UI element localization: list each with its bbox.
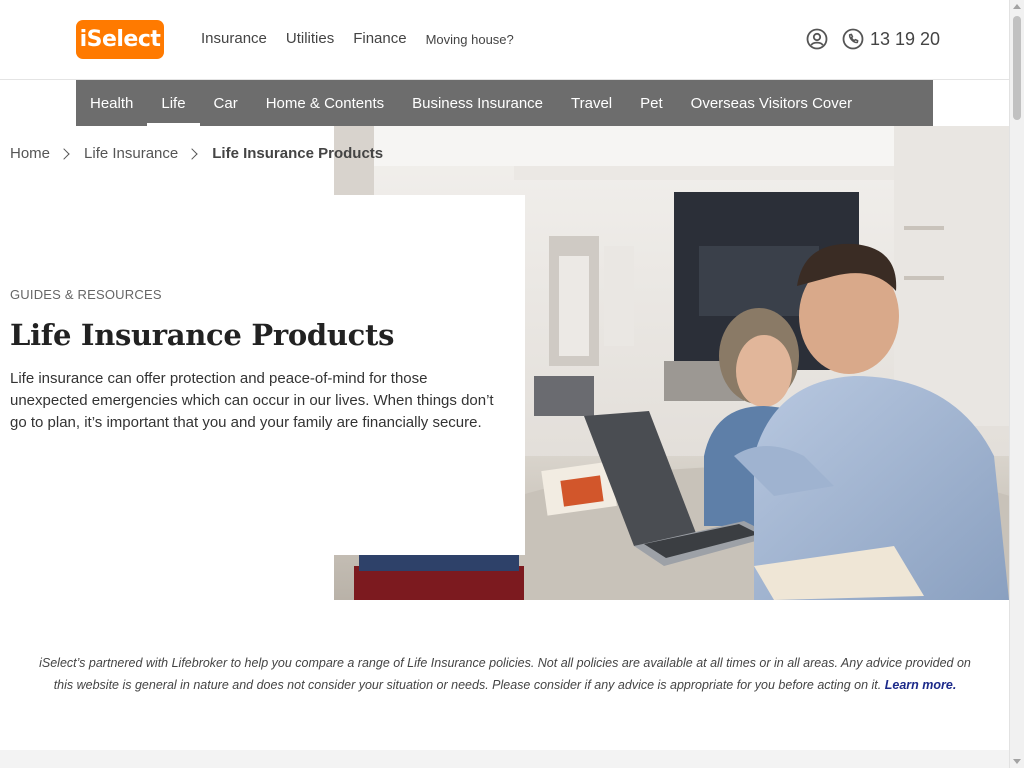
phone-icon — [842, 28, 864, 50]
disclaimer-text: iSelect’s partnered with Lifebroker to h… — [39, 656, 971, 692]
chevron-right-icon — [58, 147, 70, 160]
tab-health[interactable]: Health — [76, 80, 147, 126]
scroll-up-icon[interactable] — [1013, 4, 1021, 9]
nav-moving-house[interactable]: Moving house? — [426, 32, 514, 47]
tab-car[interactable]: Car — [200, 80, 252, 126]
breadcrumb-home[interactable]: Home — [10, 145, 50, 162]
breadcrumb: Home Life Insurance Life Insurance Produ… — [10, 145, 383, 162]
tab-life[interactable]: Life — [147, 80, 200, 126]
partner-disclaimer: iSelect’s partnered with Lifebroker to h… — [30, 652, 980, 696]
breadcrumb-life-insurance[interactable]: Life Insurance — [84, 145, 178, 162]
phone-number: 13 19 20 — [870, 28, 941, 49]
nav-utilities[interactable]: Utilities — [286, 30, 334, 47]
footer-band — [0, 750, 1009, 768]
tab-home-contents[interactable]: Home & Contents — [252, 80, 398, 126]
learn-more-link[interactable]: Learn more. — [885, 678, 957, 692]
breadcrumb-current: Life Insurance Products — [212, 145, 384, 162]
nav-finance[interactable]: Finance — [353, 30, 406, 47]
page-scrollbar[interactable] — [1009, 0, 1024, 768]
scrollbar-thumb[interactable] — [1013, 16, 1021, 120]
tab-business-insurance[interactable]: Business Insurance — [398, 80, 557, 126]
tab-overseas-visitors-cover[interactable]: Overseas Visitors Cover — [677, 80, 866, 126]
page-description: Life insurance can offer protection and … — [10, 370, 494, 431]
section-eyebrow: GUIDES & RESOURCES — [10, 287, 162, 302]
page-title: Life Insurance Products — [10, 318, 395, 352]
header-actions: 13 19 20 — [806, 28, 940, 50]
tab-pet[interactable]: Pet — [626, 80, 677, 126]
account-icon[interactable] — [806, 28, 828, 50]
iselect-logo[interactable]: iSelect — [76, 20, 164, 59]
tab-travel[interactable]: Travel — [557, 80, 626, 126]
phone-link[interactable]: 13 19 20 — [842, 28, 940, 50]
nav-insurance[interactable]: Insurance — [201, 30, 267, 47]
scroll-down-icon[interactable] — [1013, 759, 1021, 764]
top-nav: Insurance Utilities Finance Moving house… — [201, 30, 533, 47]
category-nav: Health Life Car Home & Contents Business… — [76, 80, 933, 126]
chevron-right-icon — [186, 147, 198, 160]
site-header: iSelect Insurance Utilities Finance Movi… — [0, 0, 1009, 80]
